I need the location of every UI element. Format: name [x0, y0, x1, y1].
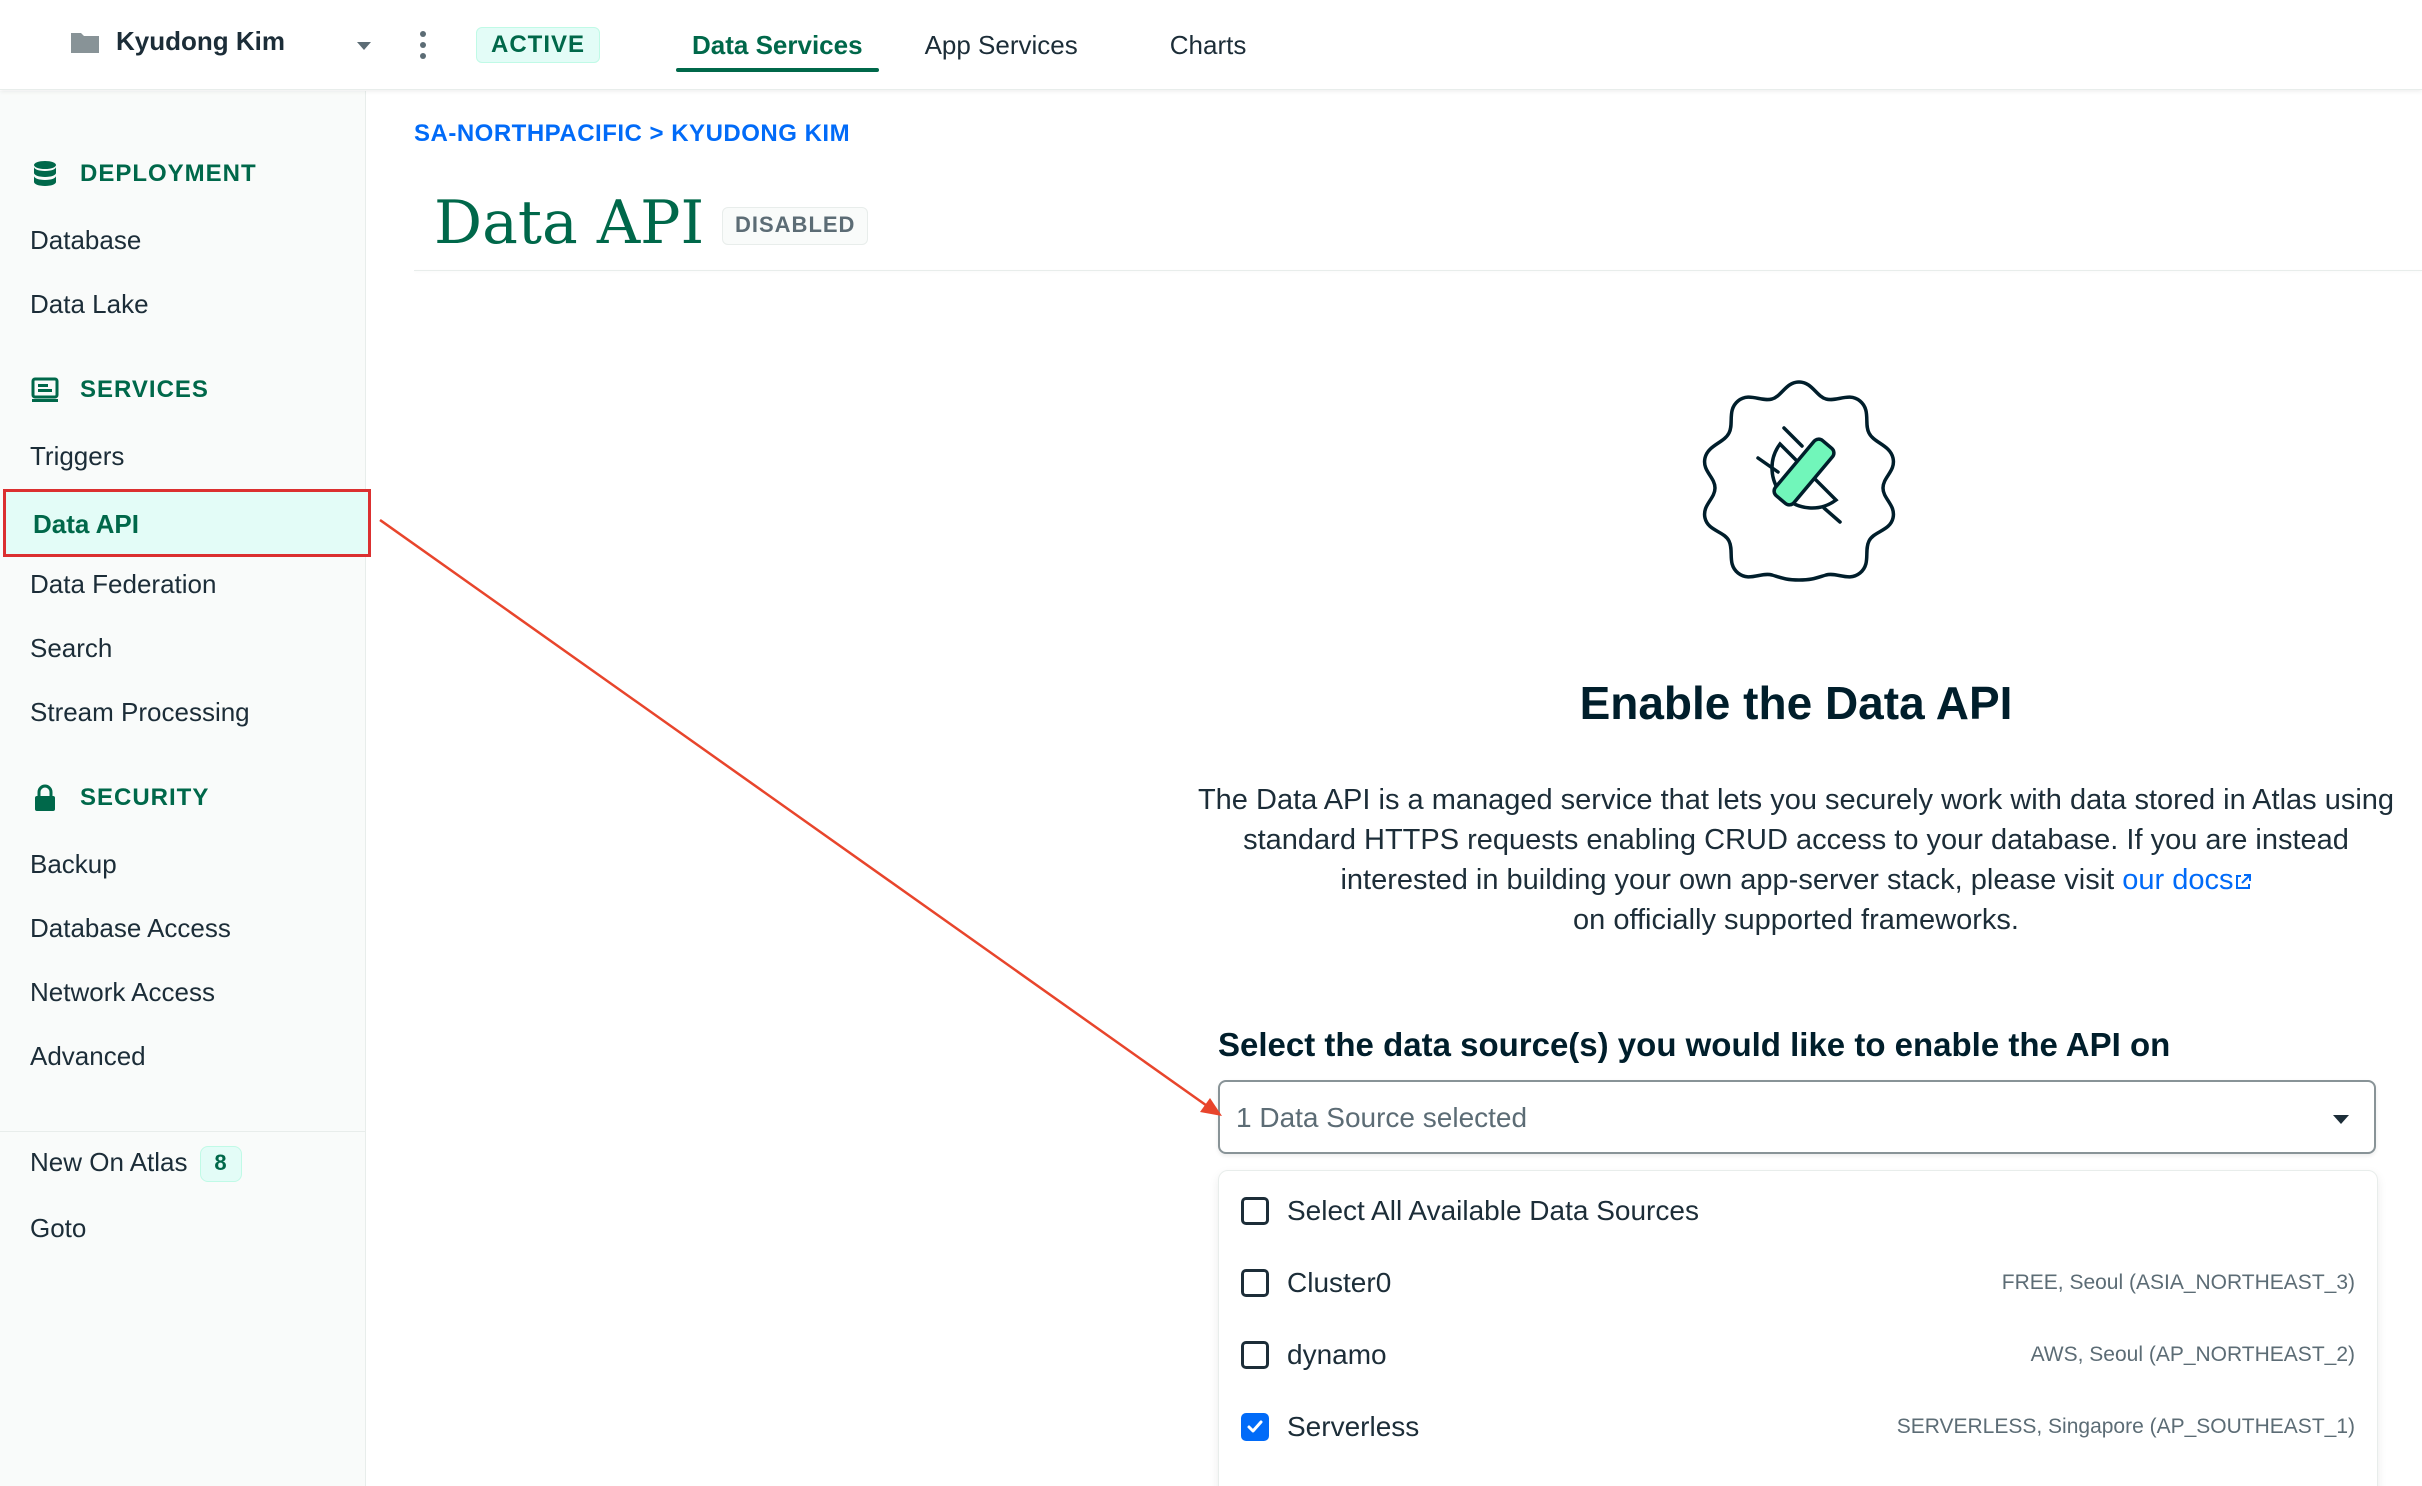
enable-title: Enable the Data API [1579, 677, 2013, 729]
status-badge: DISABLED [722, 207, 869, 245]
more-options-icon[interactable] [412, 28, 434, 62]
checkbox-checked[interactable] [1241, 1413, 1269, 1441]
section-services: SERVICES [30, 375, 209, 405]
page-title: Data API [434, 188, 705, 258]
sidebar-item-data-federation[interactable]: Data Federation [30, 569, 216, 600]
external-link-icon [2234, 862, 2252, 889]
database-icon [30, 159, 60, 189]
caret-down-icon [2330, 1108, 2352, 1130]
sidebar-item-triggers[interactable]: Triggers [30, 441, 124, 472]
tab-data-services[interactable]: Data Services [676, 0, 879, 90]
sidebar-item-goto[interactable]: Goto [30, 1213, 86, 1244]
section-deployment: DEPLOYMENT [30, 159, 257, 189]
sidebar-item-search[interactable]: Search [30, 633, 112, 664]
chevron-down-icon[interactable] [352, 34, 376, 58]
enable-description: The Data API is a managed service that l… [1196, 780, 2396, 940]
option-label: dynamo [1287, 1339, 1387, 1370]
data-source-dropdown: Select All Available Data Sources Cluste… [1218, 1170, 2378, 1486]
section-heading: SERVICES [80, 376, 209, 403]
select-value: 1 Data Source selected [1236, 1102, 1528, 1133]
tab-charts[interactable]: Charts [1154, 0, 1263, 90]
checkbox[interactable] [1241, 1197, 1269, 1225]
option-select-all[interactable]: Select All Available Data Sources [1241, 1191, 2355, 1231]
option-label: Select All Available Data Sources [1287, 1195, 1699, 1226]
option-meta: FREE, Seoul (ASIA_NORTHEAST_3) [2001, 1271, 2355, 1294]
option-label: Cluster0 [1287, 1267, 1392, 1298]
services-icon [30, 375, 60, 405]
sidebar-item-database[interactable]: Database [30, 225, 141, 256]
sidebar: DEPLOYMENT Database Data Lake SERVICES T… [0, 91, 371, 1486]
sidebar-item-backup[interactable]: Backup [30, 849, 117, 880]
tab-app-services[interactable]: App Services [909, 0, 1094, 90]
sidebar-item-new-on-atlas[interactable]: New On Atlas 8 [30, 1146, 242, 1182]
checkbox[interactable] [1241, 1341, 1269, 1369]
lock-icon [30, 783, 60, 813]
section-heading: SECURITY [80, 784, 210, 811]
option-meta: SERVERLESS, Singapore (AP_SOUTHEAST_1) [1896, 1415, 2355, 1438]
sidebar-item-data-lake[interactable]: Data Lake [30, 289, 149, 320]
option-serverless[interactable]: Serverless SERVERLESS, Singapore (AP_SOU… [1241, 1407, 2355, 1447]
data-source-select[interactable]: 1 Data Source selected [1218, 1080, 2376, 1154]
divider [414, 270, 2422, 271]
option-dynamo[interactable]: dynamo AWS, Seoul (AP_NORTHEAST_2) [1241, 1335, 2355, 1375]
data-source-select-label: Select the data source(s) you would like… [1218, 1026, 2171, 1063]
top-bar: Kyudong Kim ACTIVE Data Services App Ser… [0, 0, 2422, 90]
option-meta: AWS, Seoul (AP_NORTHEAST_2) [2030, 1343, 2355, 1366]
sidebar-item-label: New On Atlas [30, 1146, 188, 1177]
plug-gear-icon [1694, 374, 1904, 584]
section-security: SECURITY [30, 783, 209, 813]
status-badge: ACTIVE [476, 27, 601, 63]
organization-switcher[interactable]: Kyudong Kim [70, 26, 285, 57]
sidebar-item-advanced[interactable]: Advanced [30, 1041, 146, 1072]
folder-icon [70, 30, 100, 54]
docs-link-label: our docs [2122, 864, 2234, 896]
sidebar-item-network-access[interactable]: Network Access [30, 977, 215, 1008]
organization-name: Kyudong Kim [116, 26, 285, 56]
section-heading: DEPLOYMENT [80, 160, 257, 187]
option-cluster0[interactable]: Cluster0 FREE, Seoul (ASIA_NORTHEAST_3) [1241, 1263, 2355, 1303]
sidebar-item-data-api[interactable]: Data API [3, 489, 371, 557]
description-tail: on officially supported frameworks. [1573, 904, 2019, 936]
count-badge: 8 [199, 1146, 242, 1182]
option-label: Serverless [1287, 1411, 1420, 1442]
docs-link[interactable]: our docs [2122, 864, 2251, 896]
top-nav: Data Services App Services Charts [676, 0, 1262, 90]
checkbox[interactable] [1241, 1269, 1269, 1297]
sidebar-item-stream-processing[interactable]: Stream Processing [30, 697, 250, 728]
breadcrumb[interactable]: SA-NORTHPACIFIC > KYUDONG KIM [414, 120, 850, 148]
sidebar-divider [0, 1131, 366, 1132]
sidebar-item-database-access[interactable]: Database Access [30, 913, 231, 944]
